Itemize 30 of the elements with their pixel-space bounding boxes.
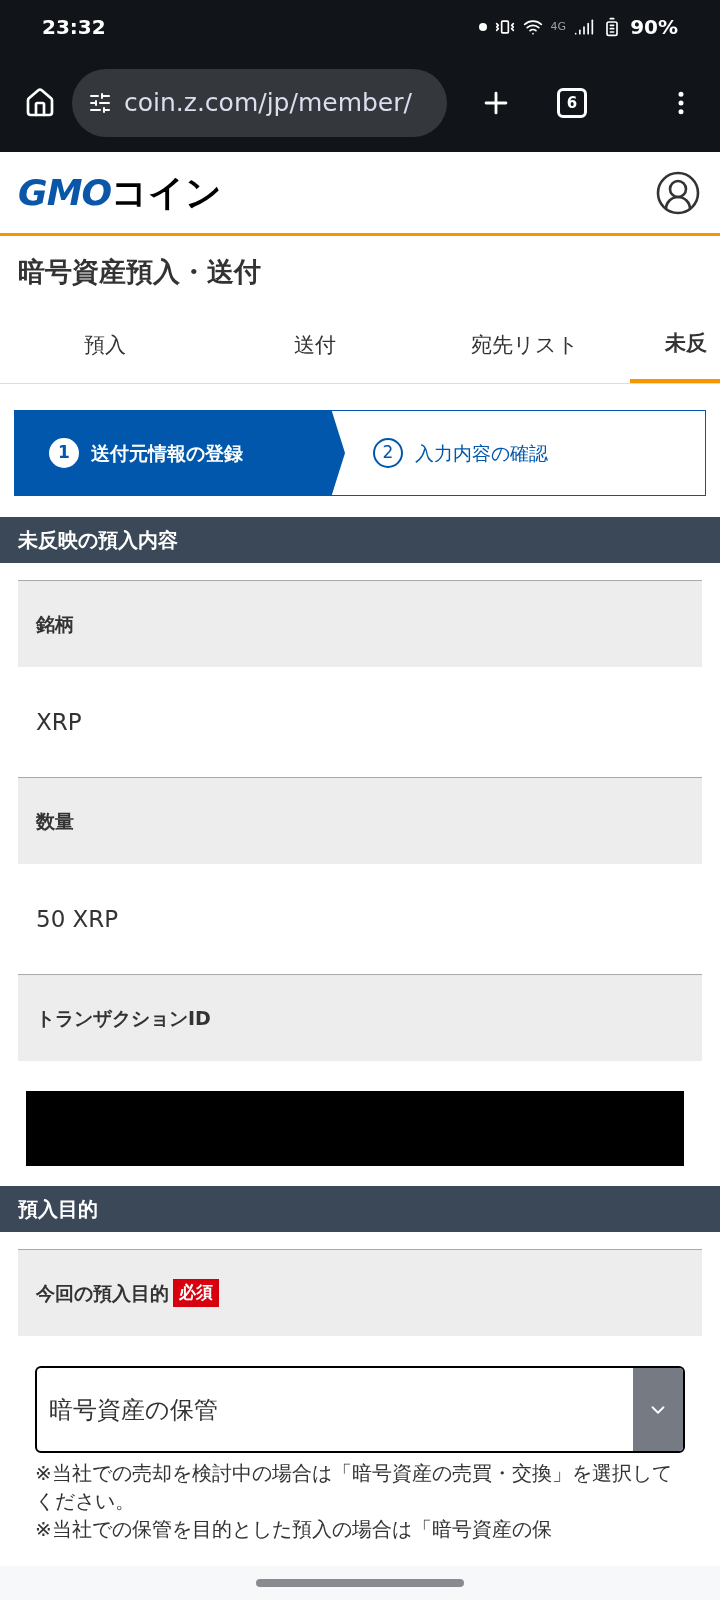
network-type: 4G	[550, 18, 567, 35]
address-bar[interactable]: coin.z.com/jp/member/	[72, 69, 447, 137]
wifi-icon	[522, 17, 543, 37]
status-time: 23:32	[42, 14, 106, 41]
note-text: ※当社での保管を目的とした預入の場合は「暗号資産の保	[35, 1516, 553, 1543]
field-value: 50 XRP	[36, 904, 119, 934]
vibrate-icon	[494, 17, 515, 37]
tab[interactable]: 未反	[630, 308, 720, 383]
select-field[interactable]: 暗号資産の保管	[35, 1366, 685, 1453]
required-tag: 必須	[173, 1279, 219, 1307]
tab[interactable]: 預入	[0, 308, 210, 383]
field-label: 銘柄	[36, 611, 74, 637]
site-settings-icon	[88, 91, 112, 115]
step: 2 入力内容の確認	[345, 411, 548, 495]
section-header: 未反映の預入内容	[0, 517, 720, 563]
note-text: ※当社での売却を検討中の場合は「暗号資産の売買・交換」を選択してください。	[35, 1460, 673, 1515]
section-header: 預入目的	[0, 1186, 720, 1232]
field-label: 今回の預入目的	[36, 1280, 169, 1306]
tab-count-button[interactable]: 6	[557, 88, 587, 118]
field-value: XRP	[36, 707, 82, 737]
logo[interactable]: GMOコイン	[18, 165, 223, 220]
field-label: 数量	[36, 808, 74, 834]
battery-level: 90%	[630, 14, 678, 41]
tab[interactable]: 送付	[210, 308, 420, 383]
tab[interactable]: 宛先リスト	[420, 308, 630, 383]
home-icon[interactable]	[24, 87, 56, 119]
page-title: 暗号資産預入・送付	[18, 254, 261, 289]
signal-icon	[574, 17, 595, 37]
step: 1 送付元情報の登録	[15, 411, 345, 495]
field-label: トランザクションID	[36, 1005, 211, 1031]
